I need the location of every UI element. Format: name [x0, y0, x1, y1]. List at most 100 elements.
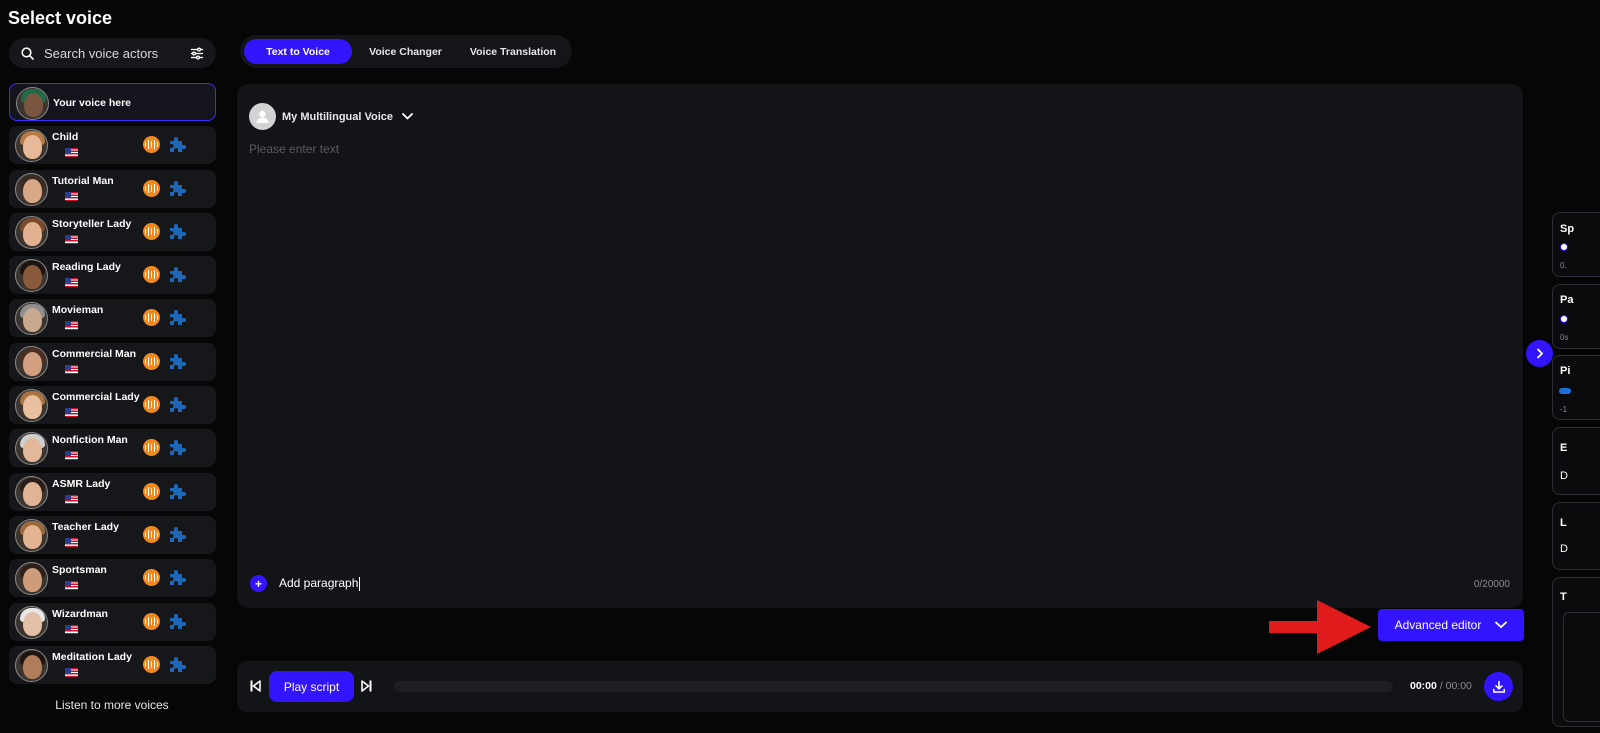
pause-setting-card[interactable]: Pa 0s	[1552, 284, 1600, 349]
audio-preview-icon[interactable]	[143, 396, 160, 414]
voice-avatar	[15, 215, 48, 249]
pitch-slider-handle[interactable]	[1559, 388, 1571, 394]
advanced-editor-button[interactable]: Advanced editor	[1378, 609, 1524, 641]
voice-dropdown-label: My Multilingual Voice	[282, 110, 394, 123]
audio-preview-icon[interactable]	[143, 482, 160, 500]
audio-preview-icon[interactable]	[143, 136, 160, 154]
voice-item-commercial-man[interactable]: Commercial Man	[9, 342, 216, 381]
annotation-arrow-icon	[1269, 600, 1371, 654]
advanced-editor-label: Advanced editor	[1394, 618, 1482, 632]
text-setting-title: T	[1560, 591, 1567, 603]
text-editor[interactable]: My Multilingual Voice Please enter text …	[237, 84, 1523, 608]
download-button[interactable]	[1484, 672, 1513, 701]
audio-preview-icon[interactable]	[143, 525, 160, 543]
audio-preview-icon[interactable]	[143, 655, 160, 673]
playback-progress-bar[interactable]	[394, 681, 1393, 692]
voice-name: Reading Lady	[52, 261, 121, 274]
voice-item-reading-lady[interactable]: Reading Lady	[9, 256, 216, 295]
search-input[interactable]: Search voice actors	[44, 46, 190, 61]
audio-preview-icon[interactable]	[143, 266, 160, 284]
tab-text-to-voice[interactable]: Text to Voice	[244, 39, 352, 64]
voice-item-your-voice-here[interactable]: Your voice here	[9, 83, 216, 121]
puzzle-icon[interactable]	[168, 656, 186, 673]
puzzle-icon[interactable]	[168, 353, 186, 370]
audio-preview-icon[interactable]	[143, 352, 160, 370]
voice-item-tutorial-man[interactable]: Tutorial Man	[9, 169, 216, 208]
us-flag-icon	[65, 667, 78, 677]
add-paragraph-label: Add paragraph	[279, 576, 361, 591]
add-paragraph-button[interactable]: + Add paragraph	[250, 575, 361, 592]
voice-name: Sportsman	[52, 564, 107, 577]
text-input-placeholder[interactable]: Please enter text	[249, 142, 339, 156]
puzzle-icon[interactable]	[168, 136, 186, 153]
puzzle-icon[interactable]	[168, 439, 186, 456]
voice-item-commercial-lady[interactable]: Commercial Lady	[9, 386, 216, 425]
audio-preview-icon[interactable]	[143, 309, 160, 327]
voice-avatar	[15, 389, 48, 423]
voice-item-movieman[interactable]: Movieman	[9, 299, 216, 338]
voice-avatar	[15, 129, 48, 163]
pause-setting-title: Pa	[1560, 294, 1574, 306]
tab-voice-translation[interactable]: Voice Translation	[459, 39, 567, 64]
emotion-setting-card[interactable]: E D	[1552, 427, 1600, 495]
puzzle-icon[interactable]	[168, 483, 186, 500]
skip-previous-icon[interactable]	[250, 680, 261, 692]
puzzle-icon[interactable]	[168, 309, 186, 326]
audio-preview-icon[interactable]	[143, 179, 160, 197]
us-flag-icon	[65, 148, 78, 158]
voice-name: Storyteller Lady	[52, 217, 132, 230]
script-player: Play script 00:00 / 00:00	[237, 661, 1523, 712]
voice-item-child[interactable]: Child	[9, 126, 216, 165]
voice-avatar	[15, 302, 48, 336]
voice-item-meditation-lady[interactable]: Meditation Lady	[9, 645, 216, 684]
puzzle-icon[interactable]	[168, 526, 186, 543]
puzzle-icon[interactable]	[168, 613, 186, 630]
speed-setting-card[interactable]: Sp 0.	[1552, 212, 1600, 277]
search-voice-actors[interactable]: Search voice actors	[9, 38, 216, 68]
us-flag-icon	[65, 624, 78, 634]
tab-voice-changer[interactable]: Voice Changer	[352, 39, 459, 64]
text-setting-card[interactable]: T	[1552, 577, 1600, 727]
audio-preview-icon[interactable]	[143, 439, 160, 457]
voice-avatar	[15, 648, 48, 682]
us-flag-icon	[65, 451, 78, 461]
pause-slider-handle[interactable]	[1560, 315, 1568, 323]
voice-item-storyteller-lady[interactable]: Storyteller Lady	[9, 212, 216, 251]
audio-preview-icon[interactable]	[143, 569, 160, 587]
voice-dropdown[interactable]: My Multilingual Voice	[249, 103, 413, 130]
voice-name: Commercial Lady	[52, 391, 140, 404]
voice-item-wizardman[interactable]: Wizardman	[9, 602, 216, 641]
play-script-button[interactable]: Play script	[269, 671, 354, 702]
voice-name: Meditation Lady	[52, 650, 132, 663]
skip-next-icon[interactable]	[361, 680, 372, 692]
pitch-setting-card[interactable]: Pi -1	[1552, 355, 1600, 420]
audio-preview-icon[interactable]	[143, 222, 160, 240]
puzzle-icon[interactable]	[168, 266, 186, 283]
expand-settings-button[interactable]	[1526, 340, 1553, 367]
voice-name: ASMR Lady	[52, 477, 111, 490]
chevron-down-icon	[402, 113, 413, 120]
us-flag-icon	[65, 234, 78, 244]
plus-icon: +	[250, 575, 267, 592]
voice-item-asmr-lady[interactable]: ASMR Lady	[9, 472, 216, 511]
mode-tabs: Text to Voice Voice Changer Voice Transl…	[240, 35, 572, 68]
audio-preview-icon[interactable]	[143, 612, 160, 630]
puzzle-icon[interactable]	[168, 223, 186, 240]
voice-name: Commercial Man	[52, 347, 137, 360]
pitch-setting-title: Pi	[1560, 365, 1571, 377]
text-setting-box[interactable]	[1563, 612, 1600, 722]
language-setting-card[interactable]: L D	[1552, 502, 1600, 570]
puzzle-icon[interactable]	[168, 569, 186, 586]
voice-avatar	[16, 87, 49, 120]
puzzle-icon[interactable]	[168, 396, 186, 413]
language-setting-title: L	[1560, 517, 1567, 529]
us-flag-icon	[65, 321, 78, 331]
puzzle-icon[interactable]	[168, 180, 186, 197]
filter-icon[interactable]	[190, 46, 204, 60]
total-time: / 00:00	[1439, 680, 1472, 692]
listen-more-voices-link[interactable]: Listen to more voices	[0, 698, 224, 712]
voice-item-teacher-lady[interactable]: Teacher Lady	[9, 515, 216, 554]
voice-item-sportsman[interactable]: Sportsman	[9, 559, 216, 598]
speed-slider-handle[interactable]	[1560, 243, 1568, 251]
voice-item-nonfiction-man[interactable]: Nonfiction Man	[9, 429, 216, 468]
